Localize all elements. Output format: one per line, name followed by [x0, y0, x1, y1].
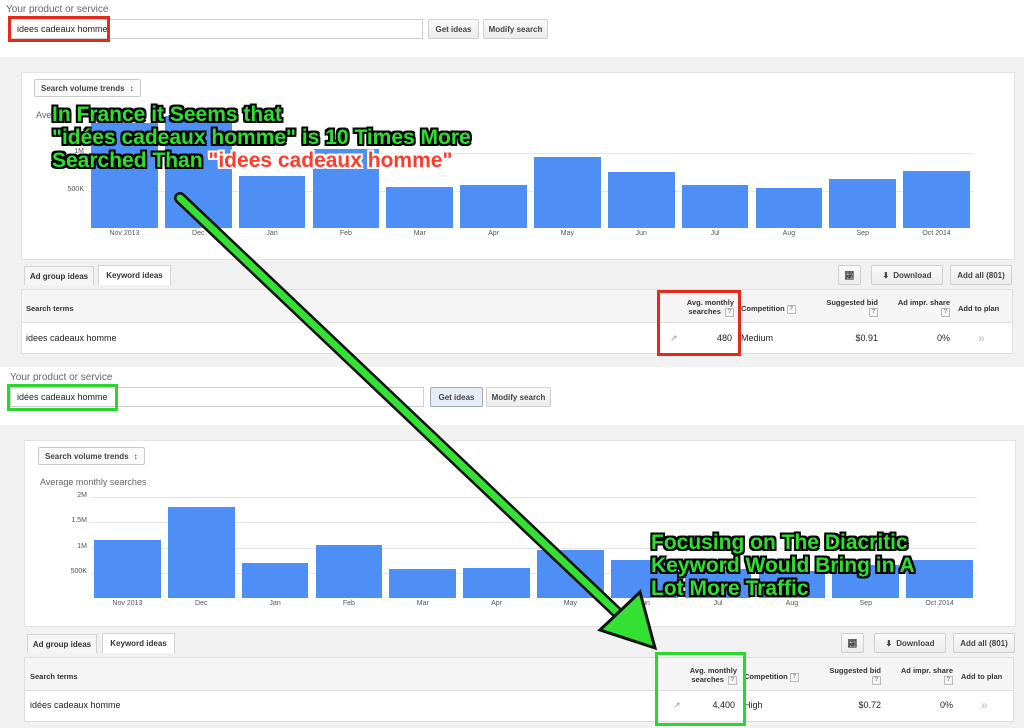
annotation-line: Focusing on The Diacritic [651, 531, 908, 554]
annotation-highlight: "idees cadeaux homme" [208, 149, 453, 172]
annotation-line: In France it Seems that [52, 103, 282, 126]
annotation-line: Keyword Would Bring in A [651, 554, 915, 577]
annotation-line: Searched Than "idees cadeaux homme" [52, 149, 471, 172]
annotation-top: In France it Seems that "idées cadeaux h… [52, 103, 471, 172]
annotation-line: "idées cadeaux homme" is 10 Times More [52, 126, 471, 149]
annotation-text: Searched Than [52, 149, 209, 172]
annotation-bottom: Focusing on The Diacritic Keyword Would … [651, 531, 915, 600]
annotation-line: Lot More Traffic [651, 577, 809, 600]
